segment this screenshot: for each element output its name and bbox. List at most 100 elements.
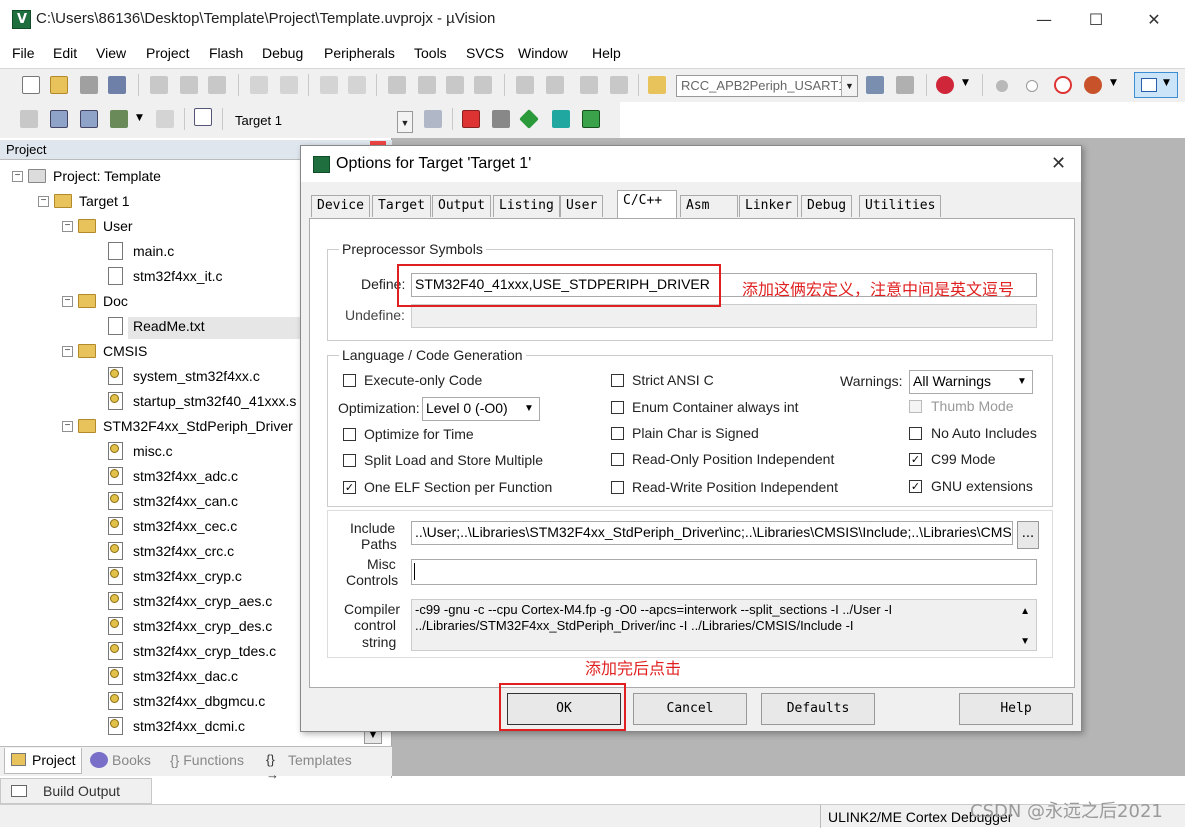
tree-collapse-icon[interactable]: − xyxy=(62,346,73,357)
open-folder-icon[interactable] xyxy=(50,76,68,94)
menu-edit[interactable]: Edit xyxy=(53,45,77,61)
incremental-find-icon[interactable] xyxy=(896,76,914,94)
rwpi-checkbox[interactable] xyxy=(611,481,624,494)
warnings-select[interactable]: All Warnings ▼ xyxy=(909,370,1033,394)
menu-svcs[interactable]: SVCS xyxy=(466,45,504,61)
nav-back-icon[interactable] xyxy=(320,76,338,94)
download-icon[interactable] xyxy=(194,108,212,126)
menu-tools[interactable]: Tools xyxy=(414,45,447,61)
include-paths-input[interactable]: ..\User;..\Libraries\STM32F4xx_StdPeriph… xyxy=(411,521,1013,545)
menu-project[interactable]: Project xyxy=(146,45,190,61)
tab-debug[interactable]: Debug xyxy=(801,195,853,217)
undo-icon[interactable] xyxy=(250,76,268,94)
manage-project-items-icon[interactable] xyxy=(462,110,480,128)
tree-collapse-icon[interactable]: − xyxy=(62,221,73,232)
maximize-icon[interactable]: ☐ xyxy=(1084,8,1108,32)
tree-collapse-icon[interactable]: − xyxy=(38,196,49,207)
save-icon[interactable] xyxy=(80,76,98,94)
optimization-select[interactable]: Level 0 (-O0) ▼ xyxy=(422,397,540,421)
defaults-button[interactable]: Defaults xyxy=(761,693,875,725)
file-extensions-icon[interactable] xyxy=(492,110,510,128)
tree-collapse-icon[interactable]: − xyxy=(62,421,73,432)
rebuild-icon[interactable] xyxy=(80,110,98,128)
split-load-checkbox[interactable] xyxy=(343,454,356,467)
target-select[interactable]: Target 1 ▼ xyxy=(230,110,414,134)
tab-listing[interactable]: Listing xyxy=(493,195,560,217)
cut-icon[interactable] xyxy=(150,76,168,94)
undefine-input[interactable] xyxy=(411,304,1037,328)
tab-cc[interactable]: C/C++ xyxy=(617,190,677,218)
translate-icon[interactable] xyxy=(20,110,38,128)
close-icon[interactable]: ✕ xyxy=(1142,8,1166,32)
rte-manage-icon[interactable] xyxy=(582,110,600,128)
menu-window[interactable]: Window xyxy=(518,45,568,61)
c99-mode-checkbox[interactable]: ✓ xyxy=(909,453,922,466)
copy-icon[interactable] xyxy=(180,76,198,94)
strict-ansi-checkbox[interactable] xyxy=(611,374,624,387)
menu-peripherals[interactable]: Peripherals xyxy=(324,45,395,61)
ropi-checkbox[interactable] xyxy=(611,453,624,466)
select-packs-icon[interactable] xyxy=(552,110,570,128)
chevron-down-icon[interactable]: ▼ xyxy=(1110,78,1117,88)
batch-build-icon[interactable] xyxy=(110,110,128,128)
no-auto-includes-checkbox[interactable] xyxy=(909,427,922,440)
paste-icon[interactable] xyxy=(208,76,226,94)
thumb-mode-checkbox[interactable] xyxy=(909,400,922,413)
tab-utilities[interactable]: Utilities xyxy=(859,195,942,217)
one-elf-checkbox[interactable]: ✓ xyxy=(343,481,356,494)
help-button[interactable]: Help xyxy=(959,693,1073,725)
next-bookmark-icon[interactable] xyxy=(446,76,464,94)
disable-breakpoint-icon[interactable] xyxy=(1026,80,1038,92)
tab-build-output[interactable]: Build Output xyxy=(0,778,152,804)
breakpoint-icon[interactable] xyxy=(996,80,1008,92)
minimize-icon[interactable]: — xyxy=(1032,8,1056,32)
build-icon[interactable] xyxy=(50,110,68,128)
dialog-close-icon[interactable]: ✕ xyxy=(1051,153,1066,174)
execute-only-checkbox[interactable] xyxy=(343,374,356,387)
plain-char-checkbox[interactable] xyxy=(611,427,624,440)
find-in-files-icon[interactable] xyxy=(648,76,666,94)
tree-collapse-icon[interactable]: − xyxy=(12,171,23,182)
tab-device[interactable]: Device xyxy=(311,195,370,217)
prev-bookmark-icon[interactable] xyxy=(418,76,436,94)
chevron-down-icon[interactable]: ▼ xyxy=(136,113,143,123)
target-options-icon[interactable] xyxy=(424,110,442,128)
find-icon[interactable] xyxy=(866,76,884,94)
indent-icon[interactable] xyxy=(516,76,534,94)
chevron-down-icon[interactable]: ▼ xyxy=(841,76,857,96)
redo-icon[interactable] xyxy=(280,76,298,94)
debug-config-icon[interactable] xyxy=(1084,76,1102,94)
scroll-up-icon[interactable]: ▲ xyxy=(1020,604,1030,620)
scroll-down-icon[interactable]: ▼ xyxy=(1020,634,1030,650)
new-file-icon[interactable] xyxy=(22,76,40,94)
gnu-ext-checkbox[interactable]: ✓ xyxy=(909,480,922,493)
compiler-string-box[interactable]: -c99 -gnu -c --cpu Cortex-M4.fp -g -O0 -… xyxy=(411,599,1037,651)
chevron-down-icon[interactable]: ▼ xyxy=(397,111,413,133)
stop-build-icon[interactable] xyxy=(156,110,174,128)
tab-asm[interactable]: Asm xyxy=(680,195,738,217)
tree-collapse-icon[interactable]: − xyxy=(62,296,73,307)
menu-flash[interactable]: Flash xyxy=(209,45,243,61)
kill-breakpoints-icon[interactable] xyxy=(1054,76,1072,94)
tab-target[interactable]: Target xyxy=(372,195,431,217)
menu-view[interactable]: View xyxy=(96,45,126,61)
tab-output[interactable]: Output xyxy=(432,195,491,217)
misc-controls-input[interactable] xyxy=(411,559,1037,585)
bookmark-icon[interactable] xyxy=(388,76,406,94)
menu-help[interactable]: Help xyxy=(592,45,621,61)
menu-debug[interactable]: Debug xyxy=(262,45,303,61)
cancel-button[interactable]: Cancel xyxy=(633,693,747,725)
browse-button[interactable]: ... xyxy=(1017,521,1039,549)
save-all-icon[interactable] xyxy=(108,76,126,94)
find-combo[interactable]: RCC_APB2Periph_USART1 ▼ xyxy=(676,75,858,97)
tab-user[interactable]: User xyxy=(560,195,604,217)
uncomment-icon[interactable] xyxy=(610,76,628,94)
clear-bookmarks-icon[interactable] xyxy=(474,76,492,94)
comment-icon[interactable] xyxy=(580,76,598,94)
enum-container-checkbox[interactable] xyxy=(611,401,624,414)
window-layout-button[interactable]: ▼ xyxy=(1134,72,1178,98)
nav-forward-icon[interactable] xyxy=(348,76,366,94)
chevron-down-icon[interactable]: ▼ xyxy=(962,78,969,88)
tab-linker[interactable]: Linker xyxy=(739,195,798,217)
unindent-icon[interactable] xyxy=(546,76,564,94)
